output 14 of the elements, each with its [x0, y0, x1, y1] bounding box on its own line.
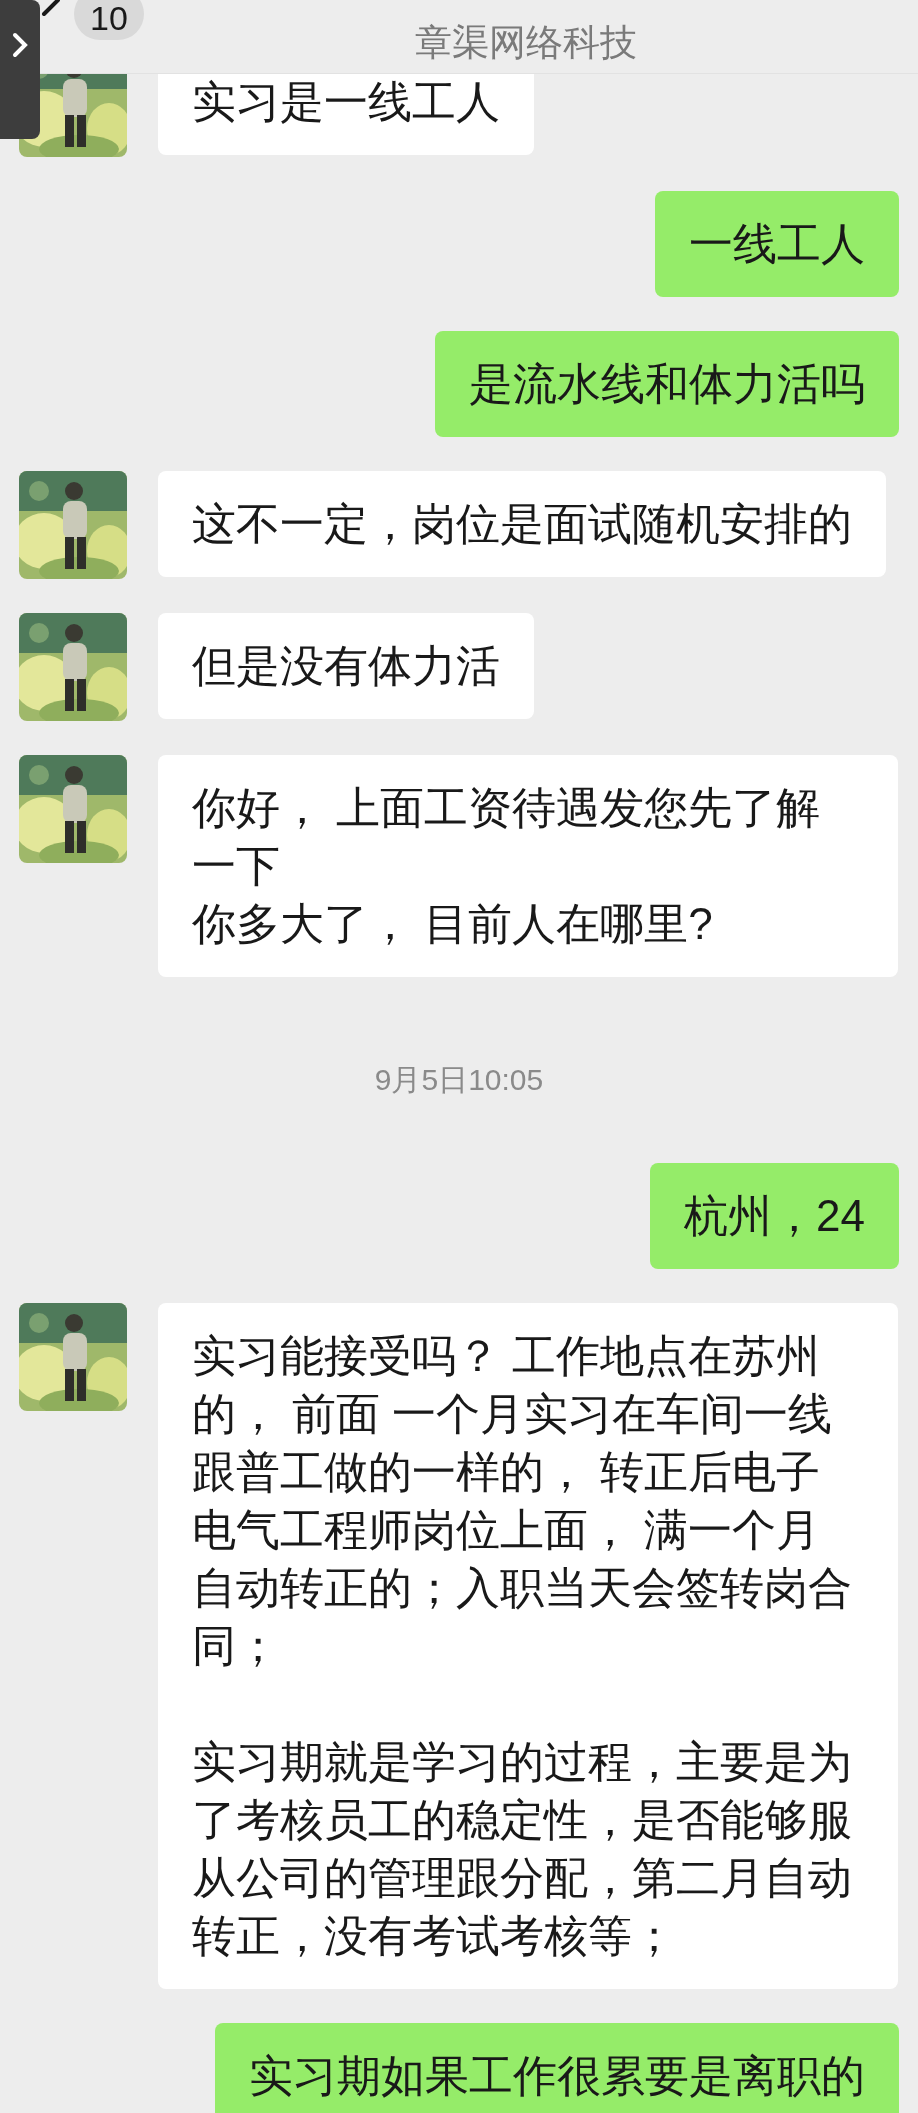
message-text: 你好， 上面工资待遇发您先了解一下: [192, 782, 822, 892]
side-tab[interactable]: [0, 0, 40, 139]
unread-count-badge: 10: [74, 0, 144, 40]
message-text: 你多大了， 目前人在哪里?: [192, 898, 714, 950]
message-text: 实习期就是学习的过程，主要是为了考核员工的稳定性，是否能够服从公司的管理跟分配，第二月自动转正，没有考试考核等；: [192, 1736, 853, 1962]
message-bubble: 但是没有体力活: [158, 613, 534, 719]
message-bubble: 一线工人: [655, 191, 899, 297]
message-bubble: 杭州，24: [650, 1163, 899, 1269]
message-text: 实习能接受吗？ 工作地点在苏州的， 前面 一个月实习在车间一线跟普工做的一样的， 转正后电子电气工程师岗位上面， 满一个月自动转正的；入职当天会签转岗合同；: [192, 1330, 853, 1672]
message-bubble: 这不一定，岗位是面试随机安排的: [158, 471, 886, 577]
message-bubble: 是流水线和体力活吗: [435, 331, 899, 437]
timestamp: 9月5日10:05: [374, 1062, 544, 1098]
chevron-right-icon: [11, 32, 29, 58]
message-bubble: 实习期如果工作很累要是离职的: [215, 2023, 899, 2113]
